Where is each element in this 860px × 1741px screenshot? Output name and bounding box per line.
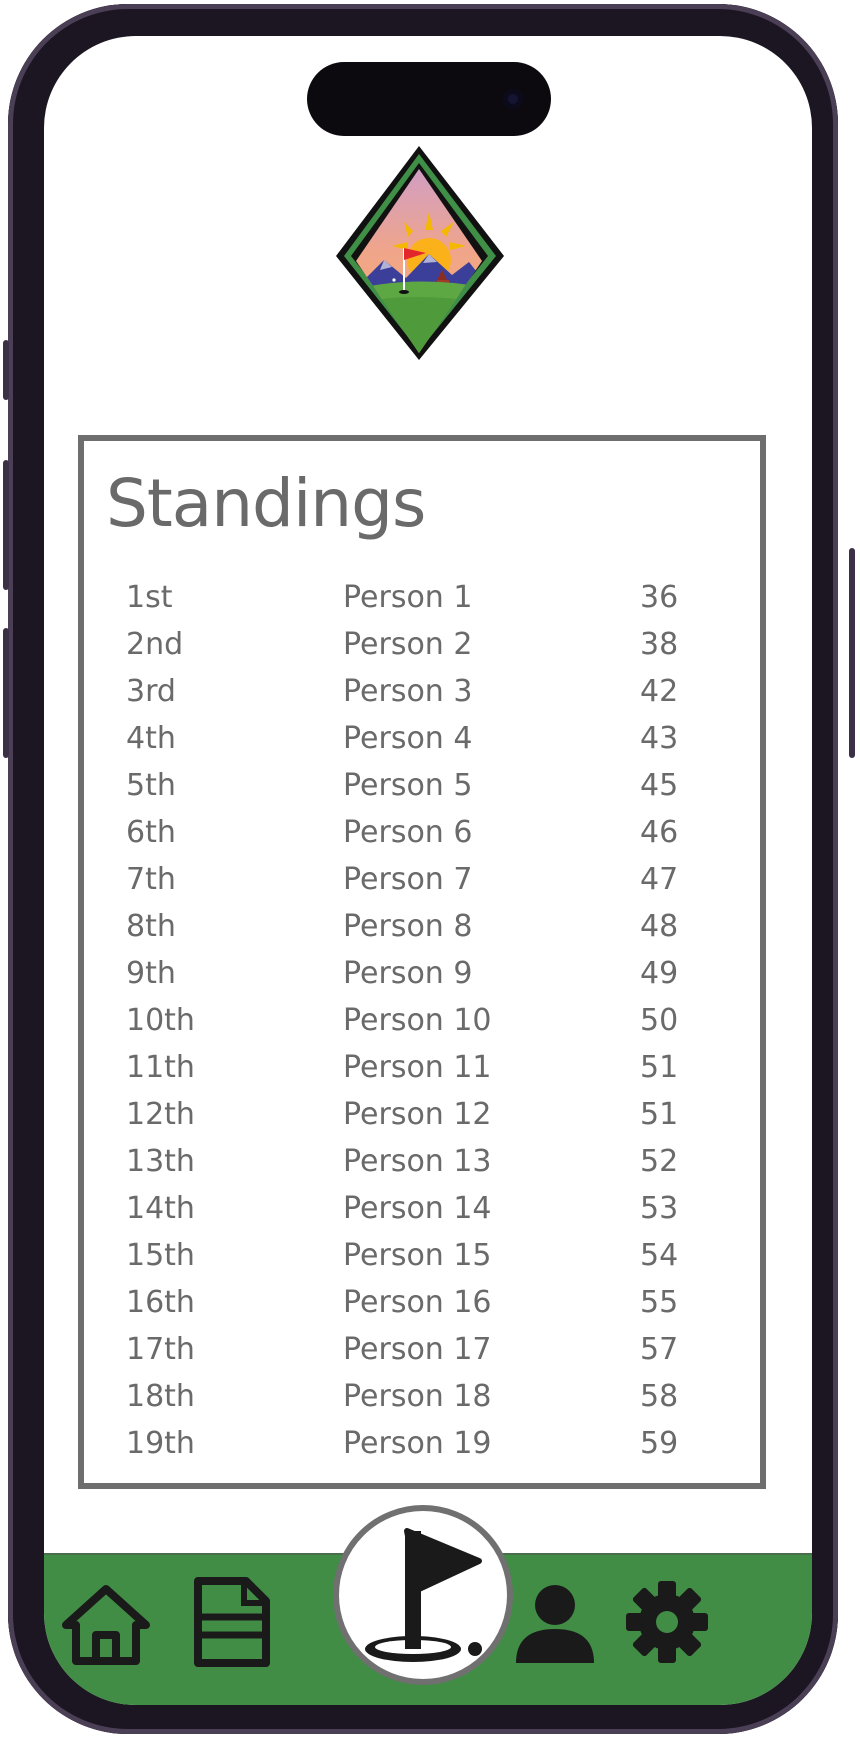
score-cell: 36	[640, 580, 679, 615]
standings-title: Standings	[106, 465, 426, 542]
score-cell: 38	[640, 627, 679, 662]
standings-row: 18th Person 18 58	[84, 1373, 760, 1420]
golf-course-logo	[336, 146, 504, 360]
rank-cell: 3rd	[126, 674, 176, 709]
volume-up-button	[3, 460, 9, 590]
standings-row: 16th Person 16 55	[84, 1279, 760, 1326]
standings-row: 12th Person 12 51	[84, 1091, 760, 1138]
name-cell: Person 9	[343, 956, 473, 991]
golf-center-button[interactable]	[333, 1505, 513, 1685]
standings-row: 9th Person 9 49	[84, 950, 760, 997]
gear-icon[interactable]	[624, 1579, 710, 1665]
rank-cell: 19th	[126, 1426, 195, 1461]
standings-row: 10th Person 10 50	[84, 997, 760, 1044]
standings-row: 19th Person 19 59	[84, 1420, 760, 1467]
score-cell: 46	[640, 815, 679, 850]
front-camera	[503, 89, 523, 109]
rank-cell: 4th	[126, 721, 176, 756]
name-cell: Person 4	[343, 721, 473, 756]
volume-down-button	[3, 628, 9, 758]
rank-cell: 9th	[126, 956, 176, 991]
score-cell: 57	[640, 1332, 679, 1367]
golf-flag-hole-icon	[365, 1528, 482, 1662]
score-cell: 58	[640, 1379, 679, 1414]
name-cell: Person 19	[343, 1426, 492, 1461]
document-icon[interactable]	[194, 1577, 270, 1667]
score-cell: 51	[640, 1097, 679, 1132]
name-cell: Person 14	[343, 1191, 492, 1226]
name-cell: Person 11	[343, 1050, 492, 1085]
name-cell: Person 2	[343, 627, 473, 662]
standings-row: 5th Person 5 45	[84, 762, 760, 809]
score-cell: 48	[640, 909, 679, 944]
name-cell: Person 5	[343, 768, 473, 803]
score-cell: 43	[640, 721, 679, 756]
rank-cell: 18th	[126, 1379, 195, 1414]
standings-row: 2nd Person 2 38	[84, 621, 760, 668]
name-cell: Person 1	[343, 580, 473, 615]
rank-cell: 14th	[126, 1191, 195, 1226]
score-cell: 50	[640, 1003, 679, 1038]
name-cell: Person 6	[343, 815, 473, 850]
standings-row: 13th Person 13 52	[84, 1138, 760, 1185]
rank-cell: 12th	[126, 1097, 195, 1132]
dynamic-island	[307, 62, 551, 136]
rank-cell: 7th	[126, 862, 176, 897]
rank-cell: 13th	[126, 1144, 195, 1179]
power-button	[849, 548, 855, 758]
name-cell: Person 18	[343, 1379, 492, 1414]
standings-row: 17th Person 17 57	[84, 1326, 760, 1373]
standings-row: 11th Person 11 51	[84, 1044, 760, 1091]
rank-cell: 15th	[126, 1238, 195, 1273]
standings-card: Standings 1st Person 1 36 2nd Person 2 38 3rd P…	[78, 435, 766, 1489]
standings-row: 8th Person 8 48	[84, 903, 760, 950]
name-cell: Person 3	[343, 674, 473, 709]
standings-row: 14th Person 14 53	[84, 1185, 760, 1232]
name-cell: Person 15	[343, 1238, 492, 1273]
home-icon[interactable]	[60, 1581, 152, 1665]
score-cell: 45	[640, 768, 679, 803]
action-button	[3, 340, 9, 400]
name-cell: Person 12	[343, 1097, 492, 1132]
rank-cell: 6th	[126, 815, 176, 850]
rank-cell: 5th	[126, 768, 176, 803]
score-cell: 54	[640, 1238, 679, 1273]
standings-row: 7th Person 7 47	[84, 856, 760, 903]
standings-row: 1st Person 1 36	[84, 574, 760, 621]
standings-row: 4th Person 4 43	[84, 715, 760, 762]
name-cell: Person 17	[343, 1332, 492, 1367]
name-cell: Person 7	[343, 862, 473, 897]
name-cell: Person 8	[343, 909, 473, 944]
person-icon[interactable]	[512, 1583, 598, 1665]
rank-cell: 17th	[126, 1332, 195, 1367]
phone-mockup: Standings 1st Person 1 36 2nd Person 2 38 3rd P…	[0, 0, 860, 1741]
score-cell: 59	[640, 1426, 679, 1461]
score-cell: 47	[640, 862, 679, 897]
name-cell: Person 10	[343, 1003, 492, 1038]
rank-cell: 8th	[126, 909, 176, 944]
standings-list: 1st Person 1 36 2nd Person 2 38 3rd Person 3 42 4…	[84, 574, 760, 1467]
rank-cell: 2nd	[126, 627, 184, 662]
score-cell: 51	[640, 1050, 679, 1085]
name-cell: Person 13	[343, 1144, 492, 1179]
rank-cell: 11th	[126, 1050, 195, 1085]
score-cell: 49	[640, 956, 679, 991]
rank-cell: 16th	[126, 1285, 195, 1320]
score-cell: 42	[640, 674, 679, 709]
rank-cell: 1st	[126, 580, 173, 615]
app-screen: Standings 1st Person 1 36 2nd Person 2 38 3rd P…	[44, 36, 812, 1705]
standings-row: 3rd Person 3 42	[84, 668, 760, 715]
rank-cell: 10th	[126, 1003, 195, 1038]
score-cell: 52	[640, 1144, 679, 1179]
standings-row: 15th Person 15 54	[84, 1232, 760, 1279]
score-cell: 53	[640, 1191, 679, 1226]
standings-row: 6th Person 6 46	[84, 809, 760, 856]
score-cell: 55	[640, 1285, 679, 1320]
name-cell: Person 16	[343, 1285, 492, 1320]
